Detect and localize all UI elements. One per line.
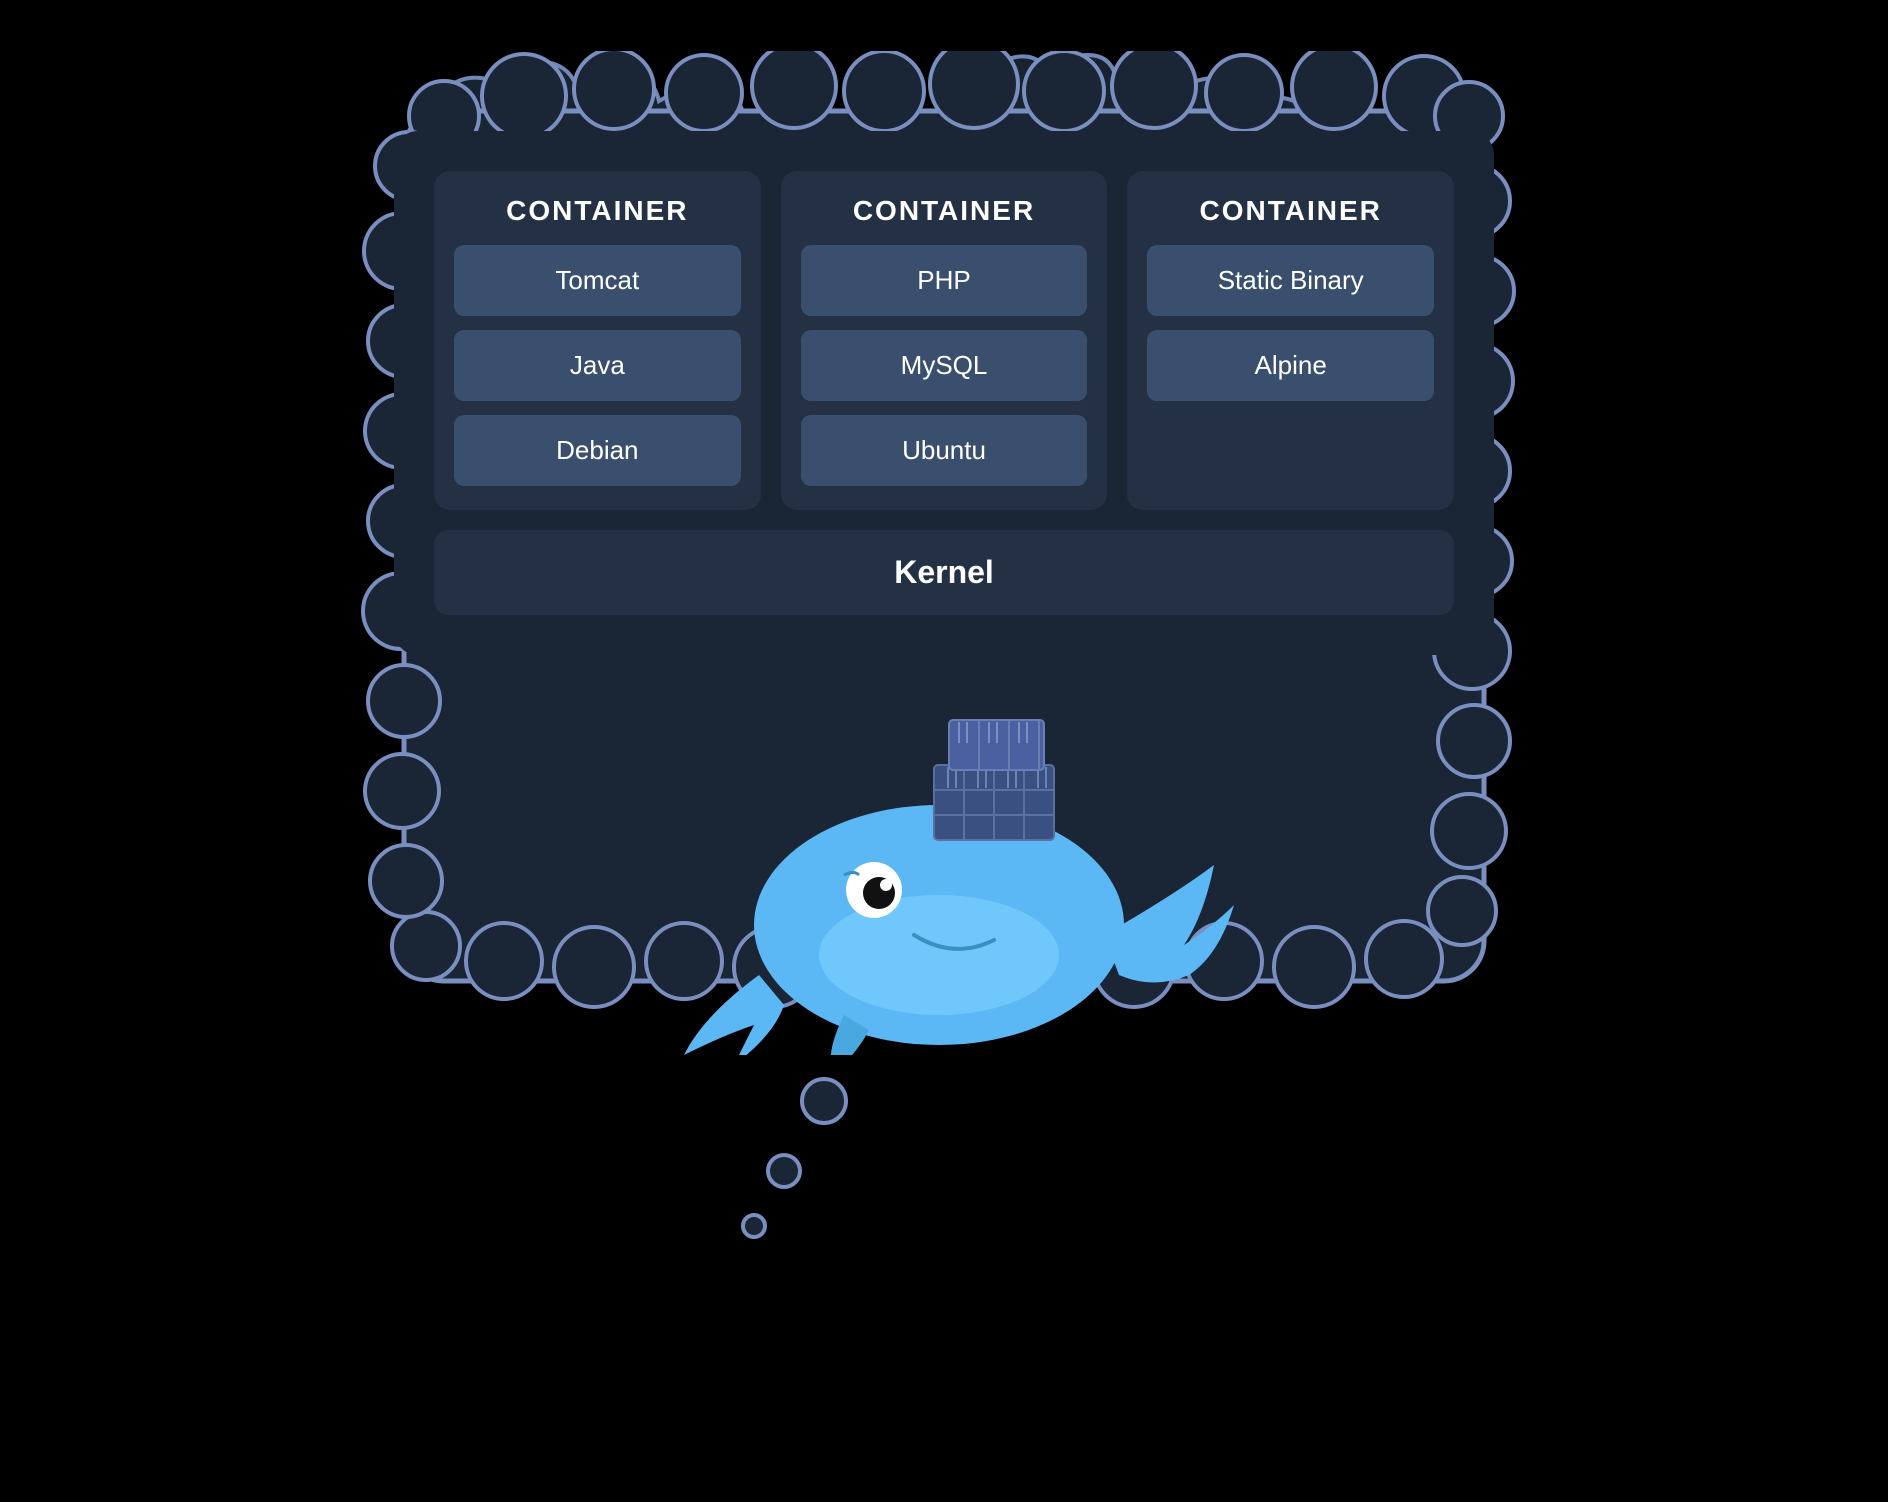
static-binary-layer: Static Binary: [1147, 245, 1434, 316]
alpine-layer: Alpine: [1147, 330, 1434, 401]
mysql-layer: MySQL: [801, 330, 1088, 401]
container-2-title: CONTAINER: [853, 195, 1035, 227]
tomcat-layer: Tomcat: [454, 245, 741, 316]
php-layer: PHP: [801, 245, 1088, 316]
ubuntu-layer: Ubuntu: [801, 415, 1088, 486]
container-1-title: CONTAINER: [506, 195, 688, 227]
main-diagram-box: CONTAINER Tomcat Java Debian CONTAINER P…: [394, 131, 1494, 655]
containers-row: CONTAINER Tomcat Java Debian CONTAINER P…: [434, 171, 1454, 510]
docker-whale: [644, 635, 1244, 1055]
whale-svg: [644, 635, 1244, 1055]
kernel-bar: Kernel: [434, 530, 1454, 615]
diagram-scene: CONTAINER Tomcat Java Debian CONTAINER P…: [344, 51, 1544, 1451]
container-3-title: CONTAINER: [1199, 195, 1381, 227]
container-2: CONTAINER PHP MySQL Ubuntu: [781, 171, 1108, 510]
java-layer: Java: [454, 330, 741, 401]
debian-layer: Debian: [454, 415, 741, 486]
container-1: CONTAINER Tomcat Java Debian: [434, 171, 761, 510]
container-3: CONTAINER Static Binary Alpine: [1127, 171, 1454, 510]
